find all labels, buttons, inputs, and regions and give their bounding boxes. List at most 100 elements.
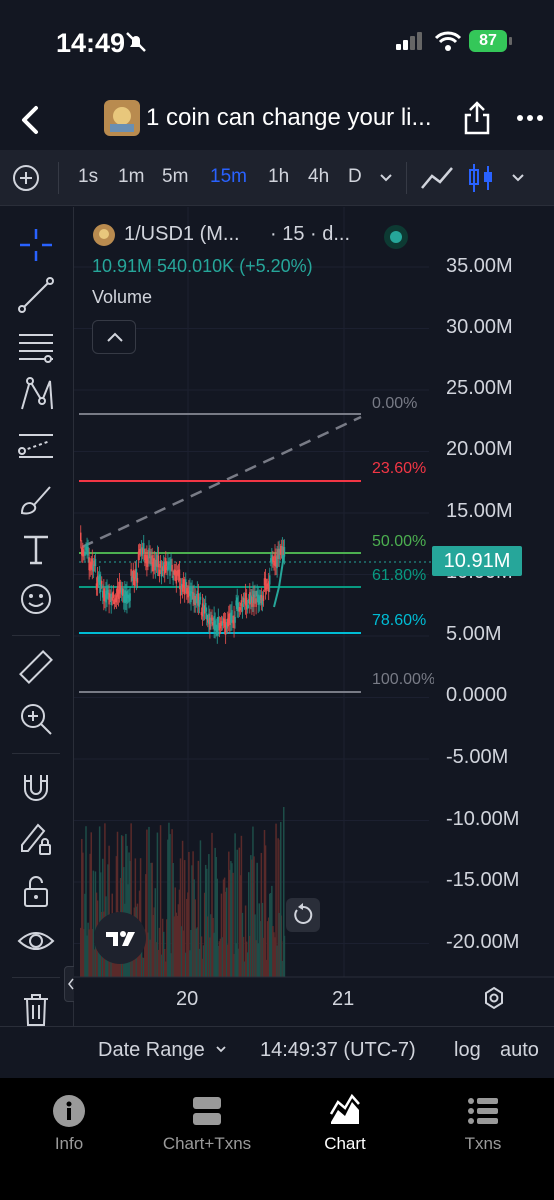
forecast-icon[interactable] bbox=[16, 427, 56, 467]
price-axis-label: -15.00M bbox=[446, 869, 520, 891]
reset-icon bbox=[294, 903, 313, 924]
candle-body bbox=[254, 591, 256, 598]
volume-bar bbox=[159, 825, 162, 977]
candle-body bbox=[130, 569, 132, 576]
bell-muted-icon bbox=[126, 32, 146, 52]
tab-chart[interactable]: Chart bbox=[276, 1094, 414, 1154]
back-button[interactable] bbox=[14, 100, 48, 140]
lock-drawing-icon[interactable] bbox=[16, 819, 56, 859]
candle-body bbox=[172, 575, 174, 581]
tab-info[interactable]: Info bbox=[0, 1094, 138, 1154]
crosshair-icon[interactable] bbox=[16, 225, 56, 265]
pattern-icon[interactable] bbox=[16, 375, 56, 415]
share-icon[interactable] bbox=[462, 100, 492, 136]
candle-body bbox=[143, 543, 145, 554]
candle-body bbox=[198, 599, 201, 607]
price-axis-label: 25.00M bbox=[446, 377, 513, 399]
symbol-name: 1/USD1 (M... bbox=[124, 223, 240, 245]
candle-body bbox=[164, 565, 166, 575]
auto-scale-toggle[interactable]: auto bbox=[500, 1039, 539, 1062]
toolbar-divider bbox=[12, 635, 60, 636]
chevron-down-icon[interactable] bbox=[510, 170, 526, 186]
candle-body bbox=[101, 580, 103, 585]
fib-retracement-icon[interactable] bbox=[16, 325, 56, 365]
split-view-icon bbox=[193, 1097, 221, 1125]
candle-body bbox=[171, 564, 173, 572]
timeframe-15m[interactable]: 15m bbox=[210, 166, 247, 188]
text-icon[interactable] bbox=[16, 529, 56, 569]
timezone-clock[interactable]: 14:49:37 (UTC-7) bbox=[260, 1039, 416, 1062]
eye-icon[interactable] bbox=[16, 921, 56, 961]
info-icon bbox=[53, 1095, 85, 1127]
trend-line-icon[interactable] bbox=[16, 275, 56, 315]
fib-level-label: 100.00% bbox=[372, 671, 434, 688]
status-bar: 14:49 87 bbox=[0, 0, 554, 90]
status-time: 14:49 bbox=[56, 28, 126, 58]
date-range-button[interactable]: Date Range bbox=[98, 1039, 228, 1062]
reset-chart-button[interactable] bbox=[286, 898, 320, 932]
log-scale-toggle[interactable]: log bbox=[454, 1039, 481, 1062]
tab-txns[interactable]: Txns bbox=[414, 1094, 552, 1154]
candle-body bbox=[199, 596, 202, 600]
candle-body bbox=[87, 546, 89, 556]
last-price-tag: 10.91M bbox=[432, 546, 522, 576]
candle-body bbox=[112, 591, 115, 598]
price-axis-label: -5.00M bbox=[446, 746, 509, 768]
magnet-icon[interactable] bbox=[16, 767, 56, 807]
ruler-icon[interactable] bbox=[16, 647, 56, 687]
candle-body bbox=[136, 577, 139, 583]
timeframe-d[interactable]: D bbox=[348, 166, 362, 188]
toolbar-divider bbox=[12, 753, 60, 754]
volume-bar bbox=[283, 807, 285, 977]
candle-body bbox=[84, 551, 86, 557]
candle-body bbox=[204, 602, 207, 612]
chevron-down-icon[interactable] bbox=[378, 170, 394, 186]
token-avatar bbox=[104, 100, 140, 136]
fib-level-label: 61.80% bbox=[372, 567, 427, 584]
tradingview-logo[interactable] bbox=[94, 912, 146, 964]
price-axis-label: 0.0000 bbox=[446, 684, 508, 706]
date-range-label: Date Range bbox=[98, 1039, 205, 1061]
wifi-icon bbox=[434, 31, 462, 51]
chart-bottom-bar: Date Range 14:49:37 (UTC-7) log auto bbox=[0, 1026, 554, 1078]
cell-signal-icon bbox=[396, 32, 422, 50]
chevron-down-icon bbox=[216, 1046, 226, 1053]
tab-chart-txns[interactable]: Chart+Txns bbox=[138, 1094, 276, 1154]
volume-bar bbox=[280, 822, 282, 977]
time-axis-label: 20 bbox=[176, 988, 199, 1010]
symbol-interval: · 15 · d... bbox=[270, 223, 351, 245]
brush-icon[interactable] bbox=[16, 479, 56, 519]
candlestick-icon[interactable] bbox=[466, 162, 496, 194]
timeframe-5m[interactable]: 5m bbox=[162, 166, 188, 188]
timeframe-1h[interactable]: 1h bbox=[268, 166, 289, 188]
candle-body bbox=[158, 569, 161, 577]
timeframe-1m[interactable]: 1m bbox=[118, 166, 144, 188]
timeframe-4h[interactable]: 4h bbox=[308, 166, 329, 188]
unlock-icon[interactable] bbox=[16, 871, 56, 911]
candle-body bbox=[211, 615, 213, 621]
emoji-icon[interactable] bbox=[16, 579, 56, 619]
timeframe-1s[interactable]: 1s bbox=[78, 166, 98, 188]
tab-txns-label: Txns bbox=[464, 1134, 502, 1153]
candle-body bbox=[159, 561, 162, 568]
candle-body bbox=[255, 598, 257, 607]
trash-icon[interactable] bbox=[16, 989, 56, 1029]
zoom-in-icon[interactable] bbox=[16, 699, 56, 739]
fib-level-label: 78.60% bbox=[372, 612, 427, 629]
legend-collapse-button[interactable] bbox=[92, 320, 136, 354]
price-axis-label: 35.00M bbox=[446, 255, 513, 277]
tab-info-label: Info bbox=[54, 1134, 84, 1153]
candle-body bbox=[80, 532, 82, 542]
chart-settings-icon[interactable] bbox=[482, 986, 506, 1010]
tradingview-logo-icon bbox=[106, 931, 135, 946]
battery-cap bbox=[509, 37, 512, 45]
fib-level-label: 23.60% bbox=[372, 460, 427, 477]
candle-body bbox=[234, 616, 236, 623]
more-options-icon[interactable] bbox=[516, 104, 544, 132]
volume-bar bbox=[264, 845, 267, 977]
line-chart-icon[interactable] bbox=[420, 164, 454, 192]
page-title: 1 coin can change your li... bbox=[146, 104, 432, 131]
list-icon bbox=[468, 1098, 498, 1124]
add-indicator-icon[interactable] bbox=[12, 164, 40, 192]
candle-body bbox=[157, 555, 160, 568]
